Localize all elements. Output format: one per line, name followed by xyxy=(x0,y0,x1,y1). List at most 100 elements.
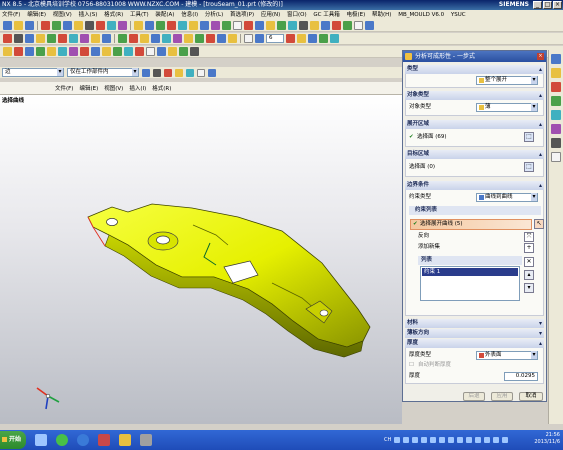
bom-icon[interactable] xyxy=(168,47,177,56)
grid-icon[interactable] xyxy=(244,34,253,43)
section-sheet-direction[interactable]: 薄板方向 xyxy=(405,329,544,338)
move-down-icon[interactable]: ▾ xyxy=(524,283,534,293)
object-type-combo[interactable]: 薄 xyxy=(476,103,538,112)
law-extension-icon[interactable] xyxy=(173,34,182,43)
open-icon[interactable] xyxy=(14,21,23,30)
target-faces-label[interactable]: 选择面 (0) xyxy=(409,163,435,172)
crosshair-icon[interactable] xyxy=(164,68,172,77)
tray-icon[interactable] xyxy=(502,437,509,443)
constraint-navigator-icon[interactable] xyxy=(551,68,561,78)
menu-file[interactable]: 文件(F) xyxy=(2,12,20,18)
select-target-face-icon[interactable]: ⬚ xyxy=(524,162,534,172)
surface-icon[interactable] xyxy=(233,21,242,30)
tray-icon[interactable] xyxy=(493,437,500,443)
tray-icon[interactable] xyxy=(448,437,455,443)
menu-tools[interactable]: 工具(T) xyxy=(130,12,149,18)
midpoint-icon[interactable] xyxy=(186,68,194,77)
section-material[interactable]: 材料 xyxy=(405,319,544,328)
revolve-icon[interactable] xyxy=(63,21,72,30)
trim-mould-icon[interactable] xyxy=(146,47,155,56)
analysis-icon[interactable] xyxy=(255,34,264,43)
display-icon[interactable] xyxy=(365,21,374,30)
pattern-icon[interactable] xyxy=(200,21,209,30)
view-icon[interactable] xyxy=(343,21,352,30)
delete-icon[interactable]: ✕ xyxy=(524,257,534,267)
doc-menu-view[interactable]: 视图(V) xyxy=(104,84,123,92)
patch-icon[interactable] xyxy=(222,21,231,30)
select-filter-icon[interactable] xyxy=(142,68,150,77)
constraint-listbox[interactable]: 约束 1 xyxy=(420,266,520,301)
offset-face-icon[interactable] xyxy=(184,34,193,43)
flange-icon[interactable] xyxy=(308,34,317,43)
apply-button[interactable]: 应用 xyxy=(491,392,513,401)
intersect-icon[interactable] xyxy=(277,21,286,30)
move-face-icon[interactable] xyxy=(228,34,237,43)
quicklaunch-bird-icon[interactable] xyxy=(35,434,47,446)
chamfer-icon[interactable] xyxy=(145,21,154,30)
unfold-faces-label[interactable]: 选择面 (69) xyxy=(417,133,447,142)
menu-info[interactable]: 信息(I) xyxy=(181,12,198,18)
section-curve-icon[interactable] xyxy=(80,34,89,43)
trim-icon[interactable] xyxy=(167,21,176,30)
csys-icon[interactable] xyxy=(36,34,45,43)
studio-icon[interactable] xyxy=(162,34,171,43)
bridge-icon[interactable] xyxy=(47,34,56,43)
constraint-type-combo[interactable]: 曲线到曲线 xyxy=(476,193,538,202)
system-materials-icon[interactable] xyxy=(551,138,561,148)
blend-icon[interactable] xyxy=(134,21,143,30)
back-button[interactable]: 后退 xyxy=(463,392,485,401)
menu-help[interactable]: 帮助(H) xyxy=(372,12,391,18)
tray-icon[interactable] xyxy=(421,437,428,443)
draft-icon[interactable] xyxy=(244,21,253,30)
mesh-icon[interactable] xyxy=(129,34,138,43)
extract-icon[interactable] xyxy=(91,34,100,43)
clock[interactable]: 21:56 2013/11/6 xyxy=(534,432,560,446)
datum-plane-icon[interactable] xyxy=(14,34,23,43)
close-button[interactable]: × xyxy=(553,1,562,9)
menu-assembly[interactable]: 装配(A) xyxy=(155,12,174,18)
type-filter-combo[interactable]: 边 xyxy=(2,68,64,77)
line-icon[interactable] xyxy=(96,21,105,30)
tray-icon[interactable] xyxy=(394,437,401,443)
menu-electrode[interactable]: 电极(E) xyxy=(346,12,365,18)
reuse-library-icon[interactable] xyxy=(551,96,561,106)
section-type[interactable]: 类型 xyxy=(405,65,544,74)
cancel-button[interactable]: 取消 xyxy=(519,392,543,401)
reverse-direction-icon[interactable]: ⤧ xyxy=(524,232,534,242)
history-icon[interactable] xyxy=(551,124,561,134)
section-object-type[interactable]: 对象类型 xyxy=(405,91,544,100)
quicklaunch-app-icon[interactable] xyxy=(140,434,152,446)
intersection-curve-icon[interactable] xyxy=(69,34,78,43)
mirror-icon[interactable] xyxy=(189,21,198,30)
menu-view[interactable]: 视图(V) xyxy=(53,12,72,18)
hole-icon[interactable] xyxy=(74,21,83,30)
select-curve-icon[interactable]: ↖ xyxy=(534,219,544,229)
subtract-icon[interactable] xyxy=(266,21,275,30)
replace-face-icon[interactable] xyxy=(217,34,226,43)
menu-preferences[interactable]: 首选项(P) xyxy=(230,12,254,18)
save-icon[interactable] xyxy=(25,21,34,30)
menu-application[interactable]: 应用(N) xyxy=(261,12,280,18)
menu-format[interactable]: 格式(R) xyxy=(104,12,123,18)
arc-icon[interactable] xyxy=(107,21,116,30)
measure-icon[interactable] xyxy=(299,21,308,30)
render-icon[interactable] xyxy=(354,21,363,30)
standard-part-icon[interactable] xyxy=(58,47,67,56)
section-boundary[interactable]: 边界条件 xyxy=(405,181,544,190)
menu-gc-toolbox[interactable]: GC 工具箱 xyxy=(313,12,339,18)
type-combo[interactable]: 整个展开 xyxy=(476,76,538,85)
maximize-button[interactable]: □ xyxy=(543,1,552,9)
spline-icon[interactable] xyxy=(118,21,127,30)
menu-ysuc[interactable]: YSUC xyxy=(451,12,466,18)
move-up-icon[interactable]: ▴ xyxy=(524,270,534,280)
doc-menu-format[interactable]: 格式(R) xyxy=(152,84,171,92)
slider-icon[interactable] xyxy=(80,47,89,56)
n-sided-icon[interactable] xyxy=(151,34,160,43)
part-model[interactable] xyxy=(0,95,402,424)
web-browser-icon[interactable] xyxy=(551,110,561,120)
mould-wizard-icon[interactable] xyxy=(3,47,12,56)
thickness-type-combo[interactable]: 外表面 xyxy=(476,351,538,360)
unite-icon[interactable] xyxy=(255,21,264,30)
menu-analysis[interactable]: 分析(L) xyxy=(205,12,223,18)
split-icon[interactable] xyxy=(288,21,297,30)
